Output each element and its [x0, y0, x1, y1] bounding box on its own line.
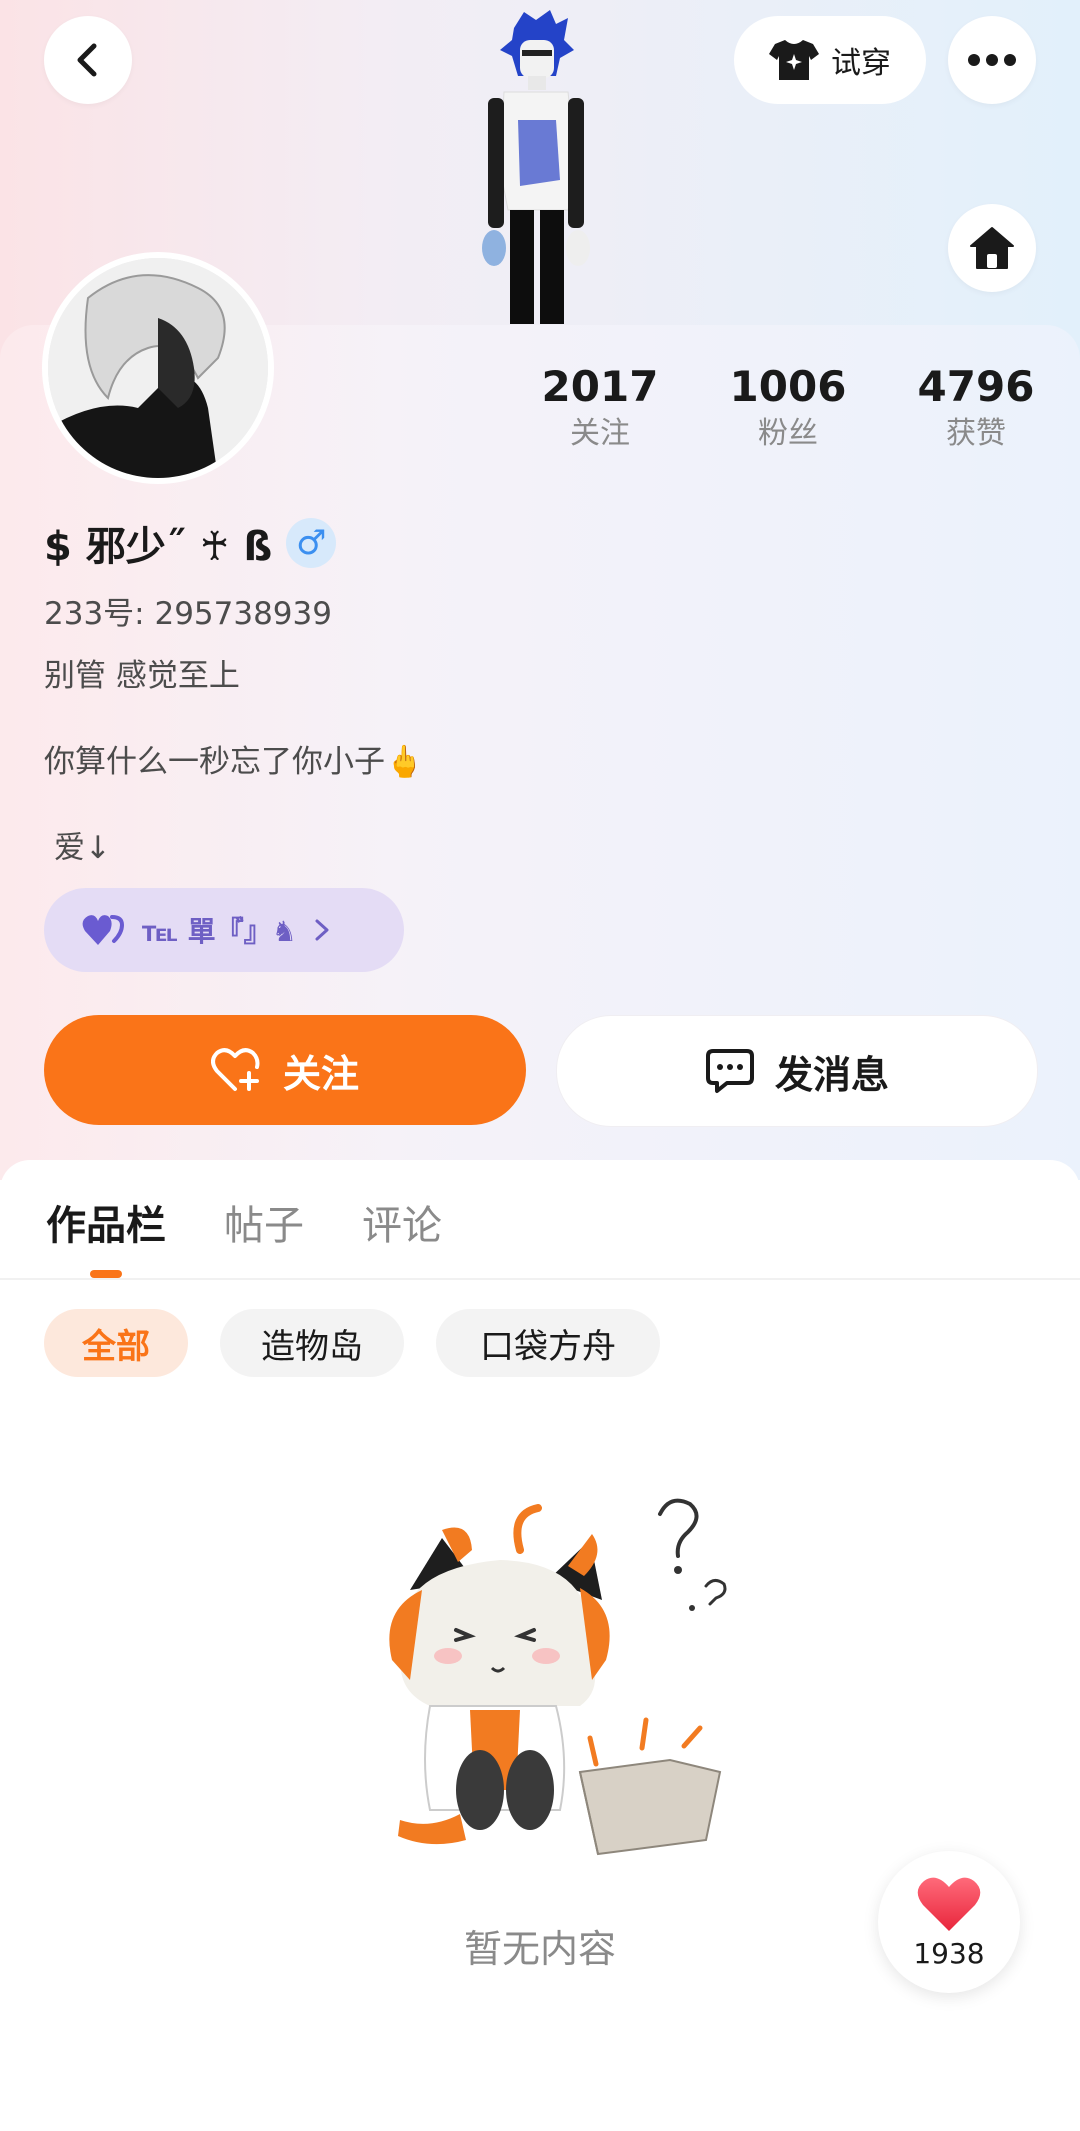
chip-creation-island[interactable]: 造物岛 — [220, 1309, 404, 1377]
tab-works[interactable]: 作品栏 — [46, 1193, 166, 1251]
bio-line-2: 你算什么一秒忘了你小子🖕 — [44, 744, 424, 780]
heart-icon — [917, 1877, 981, 1931]
profile-name-row: $ 邪少˝ ♰ ß ♂ — [44, 514, 337, 572]
follow-button[interactable]: 关注 — [44, 1015, 526, 1125]
stat-followers-value: 1006 — [729, 362, 847, 411]
back-button[interactable] — [44, 16, 132, 104]
tab-comments[interactable]: 评论 — [362, 1193, 442, 1251]
try-on-button[interactable]: 试穿 — [734, 16, 926, 104]
like-count: 1938 — [913, 1936, 985, 1970]
user-id: 233号: 295738939 — [44, 596, 332, 632]
home-icon — [970, 227, 1014, 269]
double-heart-icon — [82, 915, 125, 945]
bio-line-1: 别管 感觉至上 — [44, 658, 240, 694]
chip-all[interactable]: 全部 — [44, 1309, 188, 1377]
couple-tag[interactable]: ℡ 單『゙』♞ — [44, 888, 404, 972]
stat-following[interactable]: 2017 关注 — [520, 362, 680, 456]
stat-following-value: 2017 — [541, 362, 659, 411]
chevron-right-icon — [315, 919, 329, 941]
bio-line-3: 爱↓ — [54, 830, 111, 866]
chevron-left-icon — [77, 43, 97, 77]
send-message-label: 发消息 — [774, 1052, 889, 1097]
heart-plus-icon — [210, 1048, 260, 1091]
gender-male-icon: ♂ — [286, 518, 337, 568]
tab-active-indicator — [90, 1270, 122, 1278]
stat-following-label: 关注 — [570, 416, 630, 451]
profile-avatar[interactable] — [42, 252, 274, 484]
3d-avatar-figure[interactable] — [464, 10, 608, 324]
follow-label: 关注 — [282, 1051, 359, 1096]
empty-state-illustration — [389, 1498, 727, 1856]
stat-likes-value: 4796 — [917, 362, 1035, 411]
shirt-sparkle-icon — [769, 40, 819, 80]
chip-pocket-ark[interactable]: 口袋方舟 — [436, 1309, 660, 1377]
stat-likes-label: 获赞 — [946, 416, 1006, 451]
tab-posts[interactable]: 帖子 — [224, 1193, 304, 1251]
send-message-button[interactable]: 发消息 — [556, 1015, 1038, 1127]
stat-followers-label: 粉丝 — [758, 416, 818, 451]
try-on-label: 试穿 — [831, 46, 891, 81]
stat-followers[interactable]: 1006 粉丝 — [708, 362, 868, 456]
avatar-image — [48, 258, 268, 478]
couple-tag-text: ℡ 單『゙』♞ — [142, 915, 297, 948]
more-dots-icon — [968, 54, 1016, 66]
more-options-button[interactable] — [948, 16, 1036, 104]
stat-likes[interactable]: 4796 获赞 — [896, 362, 1056, 456]
profile-name: $ 邪少˝ ♰ ß — [44, 524, 273, 570]
floating-like-button[interactable]: 1938 — [878, 1851, 1020, 1993]
home-button[interactable] — [948, 204, 1036, 292]
chat-bubble-icon — [705, 1049, 754, 1093]
tabs-divider — [0, 1278, 1080, 1280]
